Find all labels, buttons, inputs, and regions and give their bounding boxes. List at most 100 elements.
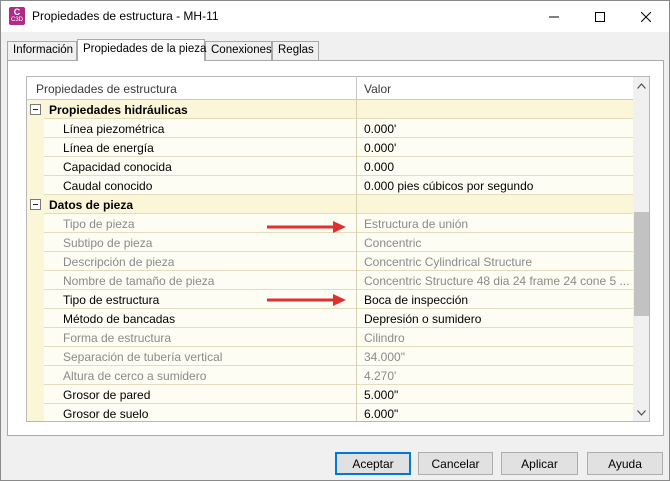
property-value[interactable]: 6.000" <box>357 404 633 421</box>
maximize-button[interactable] <box>577 1 623 32</box>
app-icon-badge: C3D <box>10 17 23 23</box>
property-value[interactable]: 0.000' <box>357 119 633 138</box>
chevron-down-icon <box>637 409 646 416</box>
property-row[interactable]: Nombre de tamaño de pieza Concentric Str… <box>27 271 633 290</box>
property-name: Forma de estructura <box>44 328 357 347</box>
civil3d-app-icon: C C3D <box>9 7 25 25</box>
column-header-value[interactable]: Valor <box>357 77 633 100</box>
window-title: Propiedades de estructura - MH-11 <box>32 9 219 23</box>
property-name: Descripción de pieza <box>44 252 357 271</box>
property-row[interactable]: Línea de energía 0.000' <box>27 138 633 157</box>
scroll-up-button[interactable] <box>633 77 649 94</box>
scroll-down-button[interactable] <box>633 404 649 421</box>
title-bar[interactable]: C C3D Propiedades de estructura - MH-11 <box>1 1 669 32</box>
property-name: Grosor de suelo <box>44 404 357 421</box>
property-grid: Propiedades de estructura Valor Propieda… <box>26 76 650 422</box>
property-row[interactable]: Grosor de pared 5.000" <box>27 385 633 404</box>
property-row[interactable]: Método de bancadas Depresión o sumidero <box>27 309 633 328</box>
property-row[interactable]: Forma de estructura Cilindro <box>27 328 633 347</box>
minimize-button[interactable] <box>531 1 577 32</box>
row-gutter <box>27 119 44 138</box>
row-gutter <box>27 404 44 421</box>
property-value: Concentric <box>364 236 422 250</box>
collapse-icon[interactable] <box>30 199 41 210</box>
property-value: Concentric Structure 48 dia 24 frame 24 … <box>364 274 630 288</box>
row-gutter <box>27 195 44 214</box>
tab-informacion[interactable]: Información <box>7 41 77 60</box>
apply-button[interactable]: Aplicar <box>501 452 578 475</box>
maximize-icon <box>595 11 605 22</box>
tab-panel: Propiedades de estructura Valor Propieda… <box>7 60 664 436</box>
row-gutter <box>27 309 44 328</box>
property-row[interactable]: Grosor de suelo 6.000" <box>27 404 633 421</box>
property-name: Nombre de tamaño de pieza <box>44 271 357 290</box>
category-label: Propiedades hidráulicas <box>44 100 357 119</box>
row-gutter <box>27 347 44 366</box>
grid-rows: Propiedades hidráulicas Línea piezométri… <box>27 100 633 421</box>
category-value <box>357 100 633 119</box>
property-row[interactable]: Tipo de estructura Boca de inspección <box>27 290 633 309</box>
ok-button[interactable]: Aceptar <box>335 452 411 475</box>
category-label: Datos de pieza <box>44 195 357 214</box>
property-name: Línea de energía <box>44 138 357 157</box>
property-name: Separación de tubería vertical <box>44 347 357 366</box>
vertical-scrollbar[interactable] <box>633 77 649 421</box>
category-row[interactable]: Datos de pieza <box>27 195 633 214</box>
property-name: Altura de cerco a sumidero <box>44 366 357 385</box>
tab-propiedades-pieza[interactable]: Propiedades de la pieza <box>77 39 206 61</box>
property-row[interactable]: Altura de cerco a sumidero 4.270' <box>27 366 633 385</box>
row-gutter <box>27 138 44 157</box>
property-value: Concentric Cylindrical Structure <box>364 255 533 269</box>
category-row[interactable]: Propiedades hidráulicas <box>27 100 633 119</box>
tab-reglas[interactable]: Reglas <box>272 41 319 60</box>
row-gutter <box>27 233 44 252</box>
row-gutter <box>27 252 44 271</box>
row-gutter <box>27 100 44 119</box>
property-value: 4.270' <box>364 369 397 383</box>
property-name: Grosor de pared <box>44 385 357 404</box>
property-row[interactable]: Descripción de pieza Concentric Cylindri… <box>27 252 633 271</box>
property-value: Estructura de unión <box>364 217 469 231</box>
row-gutter <box>27 385 44 404</box>
row-gutter <box>27 157 44 176</box>
property-row[interactable]: Caudal conocido 0.000 pies cúbicos por s… <box>27 176 633 195</box>
row-gutter <box>27 176 44 195</box>
collapse-icon[interactable] <box>30 104 41 115</box>
property-name: Tipo de estructura <box>44 290 357 309</box>
grid-header: Propiedades de estructura Valor <box>27 77 633 100</box>
cancel-button[interactable]: Cancelar <box>418 452 493 475</box>
row-gutter <box>27 214 44 233</box>
property-value[interactable]: 0.000 pies cúbicos por segundo <box>357 176 633 195</box>
property-row[interactable]: Capacidad conocida 0.000 <box>27 157 633 176</box>
column-header-name[interactable]: Propiedades de estructura <box>27 77 357 100</box>
property-row[interactable]: Separación de tubería vertical 34.000" <box>27 347 633 366</box>
close-button[interactable] <box>623 1 669 32</box>
property-value[interactable]: 0.000 <box>357 157 633 176</box>
property-row[interactable]: Subtipo de pieza Concentric <box>27 233 633 252</box>
property-row[interactable]: Línea piezométrica 0.000' <box>27 119 633 138</box>
property-name: Línea piezométrica <box>44 119 357 138</box>
scroll-thumb[interactable] <box>634 212 649 316</box>
property-name: Capacidad conocida <box>44 157 357 176</box>
property-value[interactable]: 5.000" <box>357 385 633 404</box>
property-value: 34.000" <box>364 350 405 364</box>
property-row[interactable]: Tipo de pieza Estructura de unión <box>27 214 633 233</box>
dialog-window: C C3D Propiedades de estructura - MH-11 … <box>0 0 670 481</box>
property-value[interactable]: 0.000' <box>357 138 633 157</box>
property-value: Cilindro <box>364 331 405 345</box>
property-name: Tipo de pieza <box>44 214 357 233</box>
minimize-icon <box>549 16 559 17</box>
property-value[interactable]: Depresión o sumidero <box>357 309 633 328</box>
tab-conexiones[interactable]: Conexiones <box>205 41 272 60</box>
row-gutter <box>27 366 44 385</box>
property-name: Subtipo de pieza <box>44 233 357 252</box>
chevron-up-icon <box>637 82 646 89</box>
property-name: Método de bancadas <box>44 309 357 328</box>
row-gutter <box>27 328 44 347</box>
help-button[interactable]: Ayuda <box>587 452 663 475</box>
category-value <box>357 195 633 214</box>
property-value[interactable]: Boca de inspección <box>357 290 633 309</box>
row-gutter <box>27 290 44 309</box>
close-icon <box>641 11 651 22</box>
property-name: Caudal conocido <box>44 176 357 195</box>
